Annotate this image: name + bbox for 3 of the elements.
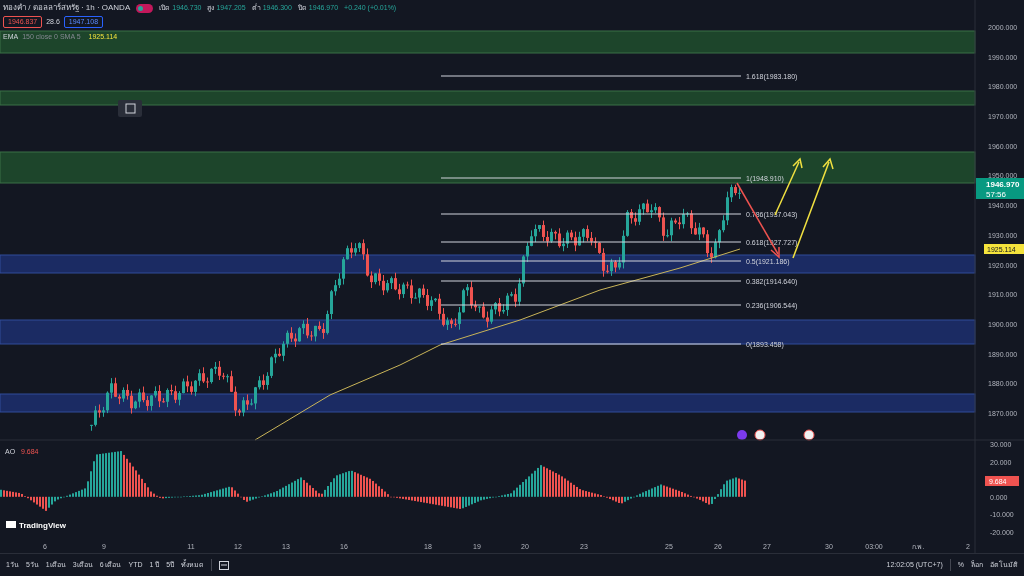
last-price-badge: 1946.970 57:56: [976, 178, 1024, 199]
symbol-title: ทองคำ / ดอลลาร์สหรัฐ · 1h · OANDA: [3, 2, 131, 14]
tradingview-logo: TradingView: [6, 521, 66, 530]
